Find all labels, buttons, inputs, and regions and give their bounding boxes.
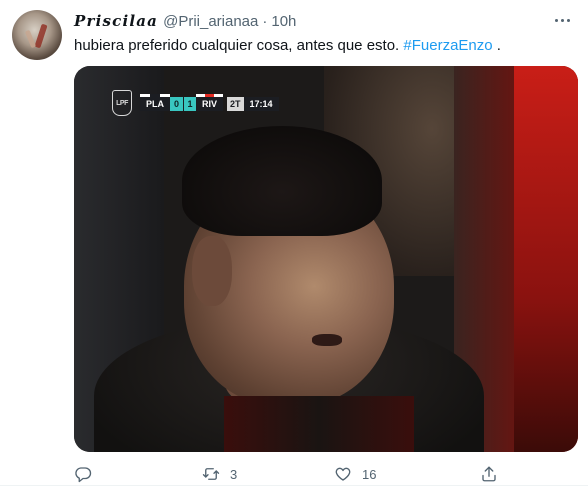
heart-icon — [335, 467, 351, 481]
photo-red-jersey — [514, 66, 578, 452]
match-scorebug: LPF PLA 0 1 RIV 2T 17:14 — [112, 90, 279, 116]
tweet-timestamp[interactable]: 10h — [271, 13, 296, 30]
tweet-actions: 3 16 — [66, 460, 506, 486]
home-team: PLA — [140, 94, 170, 111]
share-icon — [482, 466, 496, 482]
home-score: 0 — [170, 97, 183, 111]
match-clock: 17:14 — [243, 97, 279, 111]
photo-player-collar — [224, 396, 414, 452]
hashtag-link[interactable]: #FuerzaEnzo — [403, 37, 492, 54]
tweet-header: 𝑷𝒓𝒊𝒔𝒄𝒊𝒍𝒂𝒂 @Prii_arianaa · 10h — [74, 10, 296, 32]
photo-player-ear — [192, 236, 232, 306]
photo-player-hair — [182, 126, 382, 236]
league-logo-icon: LPF — [112, 90, 132, 116]
display-name[interactable]: 𝑷𝒓𝒊𝒔𝒄𝒊𝒍𝒂𝒂 — [74, 12, 158, 30]
retweet-button[interactable]: 3 — [202, 460, 237, 486]
match-half: 2T — [227, 97, 244, 111]
tweet-text: hubiera preferido cualquier cosa, antes … — [74, 36, 501, 56]
away-team-name: RIV — [202, 99, 218, 109]
tweet-media-image[interactable]: LPF PLA 0 1 RIV 2T 17:14 — [74, 66, 578, 452]
retweet-icon — [202, 468, 220, 480]
share-button[interactable] — [480, 460, 508, 486]
reply-button[interactable] — [74, 460, 102, 486]
home-team-colors — [140, 94, 170, 97]
separator-dot: · — [262, 12, 268, 30]
retweet-count: 3 — [230, 466, 238, 482]
avatar-detail — [24, 29, 37, 49]
avatar-detail — [34, 23, 48, 49]
photo-player-mouth — [312, 334, 342, 346]
more-options-icon[interactable] — [546, 8, 578, 32]
home-team-name: PLA — [146, 99, 164, 109]
avatar[interactable] — [12, 10, 62, 60]
tweet-trailing: . — [492, 37, 501, 54]
user-handle[interactable]: @Prii_arianaa — [163, 13, 258, 30]
tweet-body: hubiera preferido cualquier cosa, antes … — [74, 37, 400, 54]
tweet-card[interactable]: 𝑷𝒓𝒊𝒔𝒄𝒊𝒍𝒂𝒂 @Prii_arianaa · 10h hubiera pr… — [0, 0, 588, 486]
like-count: 16 — [362, 466, 377, 482]
away-team: RIV — [196, 94, 224, 111]
reply-icon — [75, 467, 92, 483]
away-score: 1 — [183, 97, 196, 111]
like-button[interactable]: 16 — [334, 460, 376, 486]
away-team-colors — [196, 94, 224, 97]
